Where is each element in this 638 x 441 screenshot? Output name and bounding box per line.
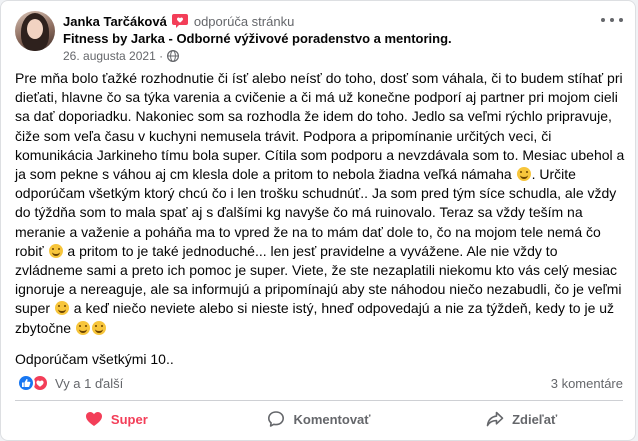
post-header: Janka Tarčáková odporúča stránku Fitness… [15,11,623,63]
post-paragraph: Odporúčam všetkými 10.. [15,350,174,367]
reactions-count[interactable]: Vy a 1 ďalší [55,376,123,391]
more-options-icon[interactable] [601,13,623,27]
like-button[interactable]: Super [15,402,218,436]
divider [15,400,623,401]
share-button[interactable]: Zdieľať [420,402,623,436]
post-meta: 26. augusta 2021 · [63,49,180,63]
smile-emoji-icon [48,243,63,258]
page-name[interactable]: Fitness by Jarka - Odborné výživové pora… [63,31,452,46]
smile-emoji-icon [516,167,531,182]
comments-count[interactable]: 3 komentáre [551,376,623,391]
share-icon [486,411,504,427]
action-bar: Super Komentovať Zdieľať [15,402,623,436]
smile-emoji-icon [75,320,90,335]
smile-emoji-icon [91,320,106,335]
recommends-text: odporúča stránku [193,13,295,29]
comment-label: Komentovať [293,411,371,427]
globe-icon [167,50,180,62]
post-paragraph: Pre mňa bolo ťažké rozhodnutie či ísť al… [15,69,625,338]
author-name[interactable]: Janka Tarčáková [63,14,167,29]
recommend-icon [171,14,188,28]
share-label: Zdieľať [512,411,558,427]
smile-emoji-icon [54,301,69,316]
like-label: Super [110,411,148,427]
avatar[interactable] [15,11,55,51]
post-date[interactable]: 26. augusta 2021 · [63,49,163,63]
reaction-icons[interactable] [17,374,49,392]
post-card: Janka Tarčáková odporúča stránku Fitness… [0,0,636,441]
comment-button[interactable]: Komentovať [218,402,421,436]
author-line: Janka Tarčáková odporúča stránku [63,11,294,31]
like-reaction-icon [17,374,35,392]
comment-icon [268,411,285,427]
post-text: Pre mňa bolo ťažké rozhodnutie či ísť al… [15,69,625,381]
heart-icon [85,412,102,426]
reactions-bar: Vy a 1 ďalší 3 komentáre [17,373,623,393]
